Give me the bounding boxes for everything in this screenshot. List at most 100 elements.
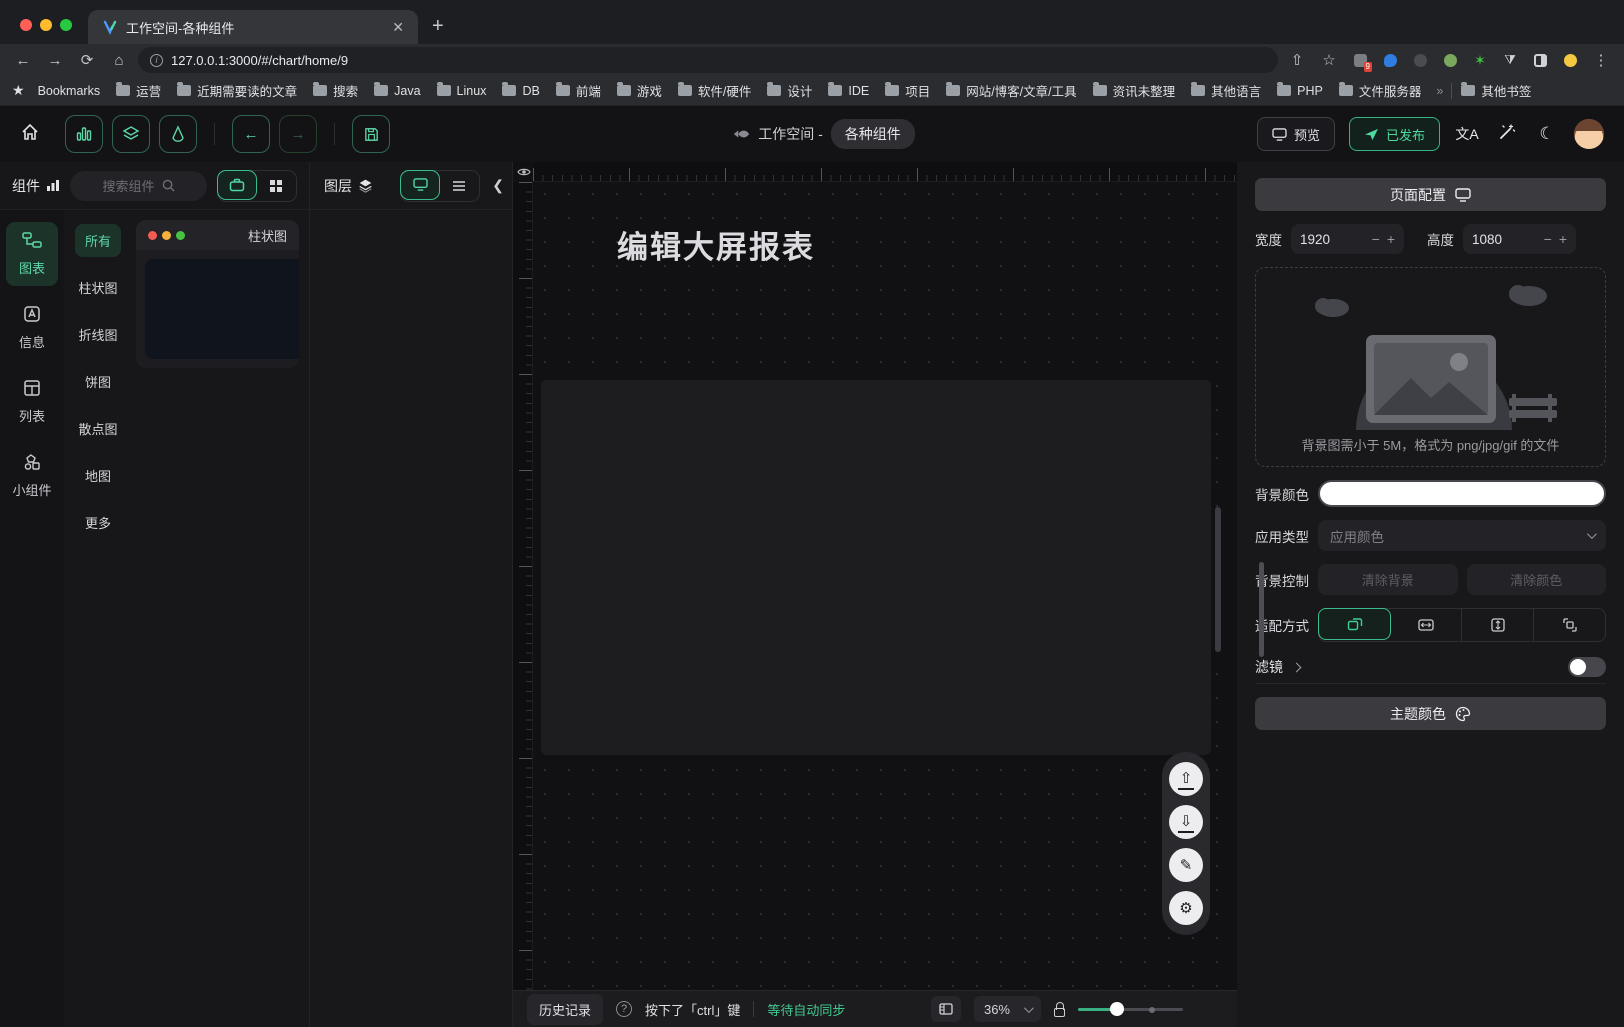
details-panel-toggle-button[interactable] bbox=[159, 115, 197, 153]
category-item[interactable]: 所有 bbox=[75, 224, 121, 257]
user-avatar[interactable] bbox=[1574, 119, 1604, 149]
bookmark-folder[interactable]: 资讯未整理 bbox=[1086, 78, 1183, 103]
bookmarks-label[interactable]: Bookmarks bbox=[31, 81, 108, 101]
bookmark-star-icon[interactable]: ☆ bbox=[1316, 51, 1342, 69]
bookmark-folder[interactable]: DB bbox=[495, 81, 546, 101]
extensions-puzzle-icon[interactable]: ⧩ bbox=[1501, 51, 1519, 69]
increment-icon[interactable]: + bbox=[1559, 231, 1567, 247]
bookmarks-overflow-icon[interactable]: » bbox=[1430, 84, 1449, 98]
extension-star-icon[interactable]: ✶ bbox=[1471, 51, 1489, 69]
slider-knob[interactable] bbox=[1110, 1002, 1124, 1016]
dark-mode-moon-icon[interactable]: ☾ bbox=[1534, 124, 1560, 144]
browser-tab[interactable]: 工作空间-各种组件 ✕ bbox=[88, 10, 418, 44]
eye-icon[interactable] bbox=[515, 163, 532, 180]
magic-wand-icon[interactable] bbox=[1494, 123, 1520, 146]
redo-button[interactable]: → bbox=[279, 115, 317, 153]
chart-capsule[interactable] bbox=[988, 388, 1201, 500]
component-card[interactable]: 柱状图 bbox=[136, 220, 299, 368]
bookmark-folder[interactable]: 网站/博客/文章/工具 bbox=[939, 78, 1083, 103]
bg-color-swatch[interactable] bbox=[1318, 480, 1606, 507]
new-tab-button[interactable]: + bbox=[418, 15, 458, 44]
window-controls[interactable] bbox=[0, 19, 88, 44]
charts-panel-toggle-button[interactable] bbox=[65, 115, 103, 153]
app-home-icon[interactable] bbox=[20, 122, 40, 147]
width-input[interactable]: 1920−+ bbox=[1291, 224, 1404, 254]
tab-close-icon[interactable]: ✕ bbox=[388, 19, 408, 36]
import-button[interactable]: ⇩ bbox=[1169, 805, 1203, 839]
profile-avatar-icon[interactable] bbox=[1561, 51, 1579, 69]
sidebar-item-table[interactable]: 列表 bbox=[6, 370, 58, 434]
chart-horizontal-bar[interactable] bbox=[770, 388, 983, 500]
address-bar[interactable]: i 127.0.0.1:3000/#/chart/home/9 bbox=[138, 47, 1278, 73]
bookmark-folder[interactable]: 前端 bbox=[549, 78, 608, 103]
bookmark-folder[interactable]: 文件服务器 bbox=[1332, 78, 1429, 103]
vertical-scrollbar[interactable] bbox=[1215, 507, 1221, 652]
bookmark-folder[interactable]: 软件/硬件 bbox=[671, 78, 758, 103]
bookmark-folder[interactable]: 设计 bbox=[760, 78, 819, 103]
bookmark-folder[interactable]: 其他语言 bbox=[1184, 78, 1268, 103]
chart-line-gradient-area[interactable] bbox=[551, 616, 764, 744]
extension-pin-icon[interactable]: 9 bbox=[1351, 51, 1369, 69]
decrement-icon[interactable]: − bbox=[1372, 231, 1380, 247]
clear-background-button[interactable]: 清除背景 bbox=[1318, 564, 1458, 595]
history-button[interactable]: 历史记录 bbox=[527, 994, 603, 1025]
forward-icon[interactable]: → bbox=[42, 52, 68, 69]
extension-green-icon[interactable] bbox=[1441, 51, 1459, 69]
back-icon[interactable]: ← bbox=[10, 52, 36, 69]
sidebar-item-chart[interactable]: 图表 bbox=[6, 222, 58, 286]
dashboard-group[interactable] bbox=[541, 380, 1211, 755]
chart-line-dual[interactable] bbox=[551, 503, 764, 613]
zoom-slider[interactable] bbox=[1078, 1002, 1183, 1016]
chevron-right-icon[interactable] bbox=[1292, 662, 1302, 672]
chart-ring-progress[interactable] bbox=[988, 616, 1201, 744]
help-icon[interactable]: ? bbox=[616, 1001, 632, 1017]
sidebar-item-info[interactable]: 信息 bbox=[6, 296, 58, 360]
chart-line-area[interactable] bbox=[988, 503, 1201, 613]
fit-height-button[interactable] bbox=[1462, 609, 1534, 641]
screen-title-text[interactable]: 编辑大屏报表 bbox=[617, 222, 815, 267]
height-input[interactable]: 1080−+ bbox=[1463, 224, 1576, 254]
thumbnail-view-button[interactable] bbox=[400, 170, 440, 200]
reload-icon[interactable]: ⟳ bbox=[74, 51, 100, 69]
bookmarks-star-icon[interactable]: ★ bbox=[12, 82, 25, 99]
bookmark-folder[interactable]: 搜索 bbox=[306, 78, 365, 103]
single-view-button[interactable] bbox=[217, 170, 257, 200]
search-components-input[interactable]: 搜索组件 bbox=[70, 171, 207, 201]
browser-menu-icon[interactable]: ⋮ bbox=[1588, 51, 1614, 69]
category-item[interactable]: 地图 bbox=[75, 459, 121, 492]
extension-gem-icon[interactable] bbox=[1381, 51, 1399, 69]
collapse-layers-icon[interactable]: ❮ bbox=[492, 177, 504, 194]
bookmark-folder[interactable]: Java bbox=[367, 81, 427, 101]
bookmark-folder[interactable]: 游戏 bbox=[610, 78, 669, 103]
minimap-toggle-button[interactable] bbox=[931, 996, 961, 1022]
fit-stretch-button[interactable] bbox=[1534, 609, 1605, 641]
design-board[interactable]: 编辑大屏报表 bbox=[533, 182, 1237, 990]
fit-width-button[interactable] bbox=[1390, 609, 1462, 641]
undo-button[interactable]: ← bbox=[232, 115, 270, 153]
zoom-window-button[interactable] bbox=[60, 19, 72, 31]
export-button[interactable]: ⇧ bbox=[1169, 762, 1203, 796]
settings-gear-button[interactable]: ⚙ bbox=[1169, 891, 1203, 925]
category-item[interactable]: 散点图 bbox=[69, 412, 128, 445]
filter-toggle[interactable] bbox=[1568, 657, 1606, 677]
publish-button[interactable]: 已发布 bbox=[1349, 117, 1440, 151]
decrement-icon[interactable]: − bbox=[1544, 231, 1552, 247]
bookmark-folder[interactable]: Linux bbox=[430, 81, 494, 101]
background-upload-dropzone[interactable]: 背景图需小于 5M，格式为 png/jpg/gif 的文件 bbox=[1255, 267, 1606, 467]
project-name-pill[interactable]: 各种组件 bbox=[831, 119, 915, 149]
preview-button[interactable]: 预览 bbox=[1257, 117, 1335, 151]
category-item[interactable]: 折线图 bbox=[69, 318, 128, 351]
home-icon[interactable]: ⌂ bbox=[106, 52, 132, 69]
increment-icon[interactable]: + bbox=[1387, 231, 1395, 247]
app-type-select[interactable]: 应用颜色 bbox=[1318, 520, 1606, 551]
close-window-button[interactable] bbox=[20, 19, 32, 31]
chart-bar[interactable] bbox=[551, 388, 764, 500]
bookmark-folder[interactable]: 项目 bbox=[878, 78, 937, 103]
zoom-select[interactable]: 36% bbox=[974, 996, 1041, 1022]
grid-view-button[interactable] bbox=[256, 171, 296, 201]
chart-line-single[interactable] bbox=[770, 503, 983, 613]
share-icon[interactable]: ⇧ bbox=[1284, 51, 1310, 69]
bookmark-folder[interactable]: 运营 bbox=[109, 78, 168, 103]
language-switch-icon[interactable]: 文A bbox=[1454, 124, 1480, 144]
clear-color-button[interactable]: 清除颜色 bbox=[1467, 564, 1607, 595]
